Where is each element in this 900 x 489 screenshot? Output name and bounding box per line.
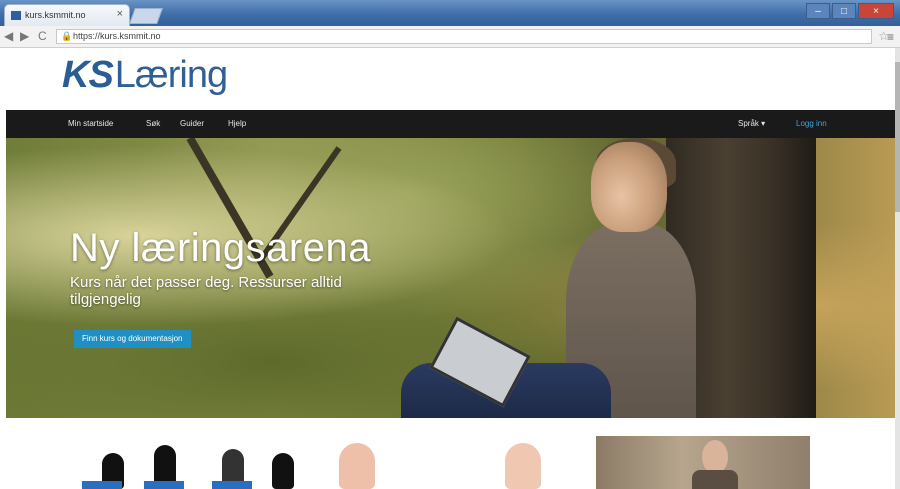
new-tab-button[interactable] <box>129 8 163 24</box>
logo-text: Læring <box>114 54 228 96</box>
language-dropdown[interactable]: Språk ▾ <box>738 119 765 128</box>
person-head <box>702 440 728 474</box>
nav-item-hjelp[interactable]: Hjelp <box>228 119 246 128</box>
site-header: KSLæring <box>0 48 895 110</box>
hand-image <box>339 443 375 489</box>
url-input[interactable]: 🔒 https://kurs.ksmmit.no ☆ <box>56 29 889 44</box>
hero-person-head <box>591 142 667 232</box>
maximize-icon[interactable]: □ <box>832 3 856 19</box>
nav-item-sok[interactable]: Søk <box>146 119 160 128</box>
feature-card-communication[interactable] <box>335 436 555 489</box>
window-close-icon[interactable]: × <box>858 3 894 19</box>
browser-tab[interactable]: kurs.ksmmit.no × <box>4 4 130 26</box>
person-silhouette <box>272 453 294 489</box>
find-courses-button[interactable]: Finn kurs og dokumentasjon <box>74 330 191 348</box>
feature-card-classroom[interactable] <box>62 436 302 489</box>
nav-item-min-startside[interactable]: Min startside <box>68 119 113 128</box>
hero-title: Ny læringsarena <box>70 226 371 270</box>
hero-subtitle: Kurs når det passer deg. Ressurser allti… <box>70 274 342 308</box>
window-controls: – □ × <box>806 3 894 19</box>
reload-icon[interactable]: C <box>38 29 47 43</box>
feature-card-meeting[interactable] <box>596 436 810 489</box>
browser-titlebar: kurs.ksmmit.no × – □ × <box>0 0 900 26</box>
person-body <box>692 470 738 489</box>
minimize-icon[interactable]: – <box>806 3 830 19</box>
hand-image <box>505 443 541 489</box>
desk <box>212 481 252 489</box>
scrollbar-thumb[interactable] <box>895 62 900 212</box>
forward-icon[interactable]: ▶ <box>20 29 29 43</box>
desk <box>144 481 184 489</box>
favicon-icon <box>11 11 21 20</box>
lock-icon: 🔒 <box>61 31 73 41</box>
back-icon[interactable]: ◀ <box>4 29 13 43</box>
feature-cards <box>0 418 895 489</box>
logo-ks: KS <box>62 54 114 96</box>
address-bar: ◀ ▶ C 🔒 https://kurs.ksmmit.no ☆ ≡ <box>0 26 900 48</box>
nav-item-guider[interactable]: Guider <box>180 119 204 128</box>
main-navbar: Min startside Søk Guider Hjelp Språk ▾ L… <box>6 110 895 138</box>
url-text: https://kurs.ksmmit.no <box>73 31 161 41</box>
login-link[interactable]: Logg inn <box>796 119 827 128</box>
tab-close-icon[interactable]: × <box>117 8 123 20</box>
tab-title: kurs.ksmmit.no <box>25 10 86 20</box>
browser-menu-icon[interactable]: ≡ <box>887 30 894 44</box>
desk <box>82 481 122 489</box>
site-logo[interactable]: KSLæring <box>62 54 228 97</box>
hero-banner: Ny læringsarena Kurs når det passer deg.… <box>6 138 895 418</box>
